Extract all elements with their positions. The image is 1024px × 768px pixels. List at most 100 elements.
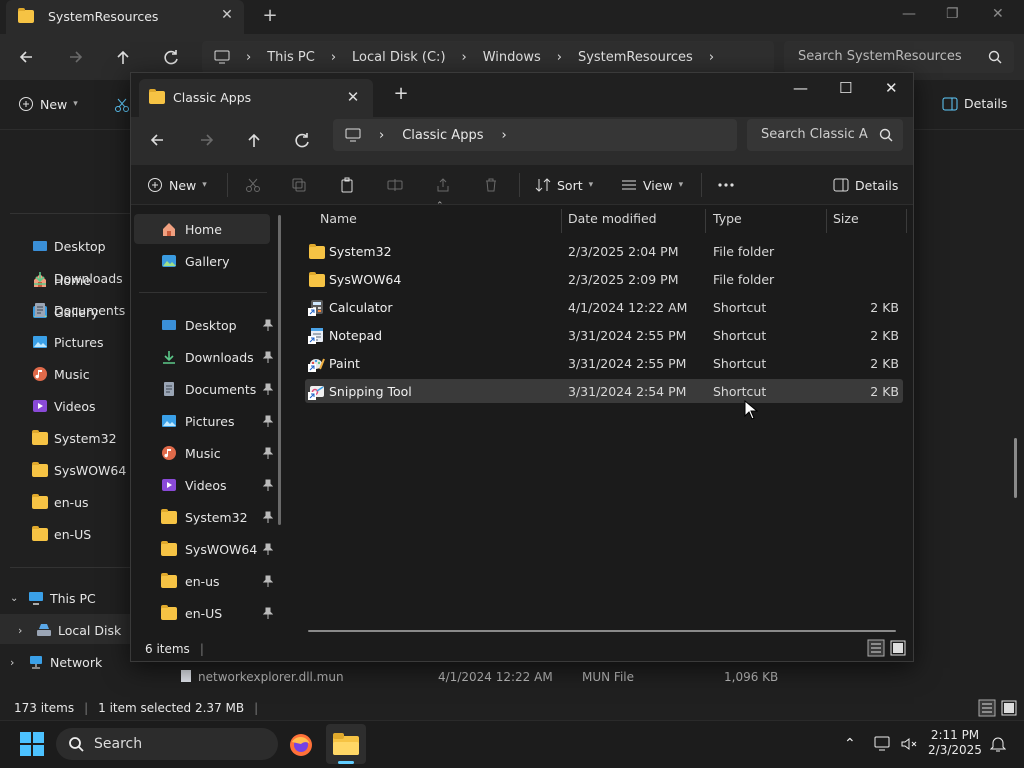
column-header-size[interactable]: Size (833, 211, 859, 226)
refresh-button[interactable] (158, 44, 184, 70)
start-button[interactable] (20, 732, 44, 756)
refresh-button[interactable] (289, 127, 315, 153)
breadcrumb-systemresources[interactable]: SystemResources (578, 50, 693, 65)
background-sidebar-pictures[interactable]: Pictures (32, 330, 104, 354)
copy-icon[interactable] (291, 177, 307, 193)
file-row-syswow64[interactable]: SysWOW64 2/3/2025 2:09 PM File folder (305, 267, 903, 291)
minimize-icon[interactable]: — (793, 79, 808, 97)
network-status-icon[interactable] (874, 736, 892, 752)
up-button[interactable] (241, 127, 267, 153)
classic-apps-tab[interactable]: Classic Apps ✕ (139, 79, 373, 117)
back-button[interactable] (145, 127, 171, 153)
forward-button[interactable] (62, 44, 88, 70)
paste-icon[interactable] (339, 177, 355, 193)
column-header-type[interactable]: Type (713, 211, 742, 226)
document-icon (164, 382, 174, 396)
windows-logo-icon (20, 732, 44, 756)
back-button[interactable] (14, 44, 40, 70)
sidebar-item-pictures[interactable]: Pictures (161, 407, 273, 435)
horizontal-scrollbar[interactable] (308, 630, 896, 632)
file-row-calculator[interactable]: Calculator 4/1/2024 12:22 AM Shortcut 2 KB (305, 295, 903, 319)
sidebar-item-videos[interactable]: Videos (161, 471, 273, 499)
close-tab-icon[interactable]: ✕ (218, 7, 236, 25)
delete-icon[interactable] (483, 177, 499, 193)
search-box[interactable]: Search Classic A (747, 119, 903, 151)
show-hidden-icons-chevron[interactable]: ⌃ (844, 736, 856, 752)
firefox-taskbar-icon[interactable] (288, 732, 314, 758)
close-tab-icon[interactable]: ✕ (343, 88, 363, 108)
background-sidebar-music[interactable]: Music (32, 362, 90, 386)
background-new-button[interactable]: New ▾ (18, 96, 78, 112)
file-row-system32[interactable]: System32 2/3/2025 2:04 PM File folder (305, 239, 903, 263)
title-bar: Classic Apps ✕ + — ☐ ✕ (131, 73, 913, 117)
sidebar-item-en-us[interactable]: en-us (161, 567, 273, 595)
share-icon[interactable] (435, 177, 451, 193)
background-sidebar-videos[interactable]: Videos (32, 394, 96, 418)
background-sidebar-network[interactable]: › Network (10, 650, 102, 674)
background-sidebar-downloads[interactable]: Downloads (32, 266, 123, 290)
close-window-icon[interactable]: ✕ (885, 79, 898, 97)
file-row-paint[interactable]: Paint 3/31/2024 2:55 PM Shortcut 2 KB (305, 351, 903, 375)
sidebar-item-syswow64[interactable]: SysWOW64 (161, 535, 273, 563)
pin-icon (263, 479, 273, 491)
new-button[interactable]: New ▾ (147, 173, 207, 197)
background-sidebar-desktop[interactable]: Desktop (32, 234, 106, 258)
background-sidebar-en-US[interactable]: en-US (32, 522, 91, 546)
up-button[interactable] (110, 44, 136, 70)
details-button[interactable]: Details (833, 173, 898, 197)
column-header-name[interactable]: Name (320, 211, 357, 226)
tiles-view-toggle[interactable] (889, 639, 907, 657)
breadcrumb-this-pc[interactable]: This PC (267, 50, 315, 65)
sidebar-item-music[interactable]: Music (161, 439, 273, 467)
close-window-icon[interactable]: ✕ (992, 6, 1004, 22)
notification-bell-icon[interactable] (990, 735, 1006, 753)
background-search-box[interactable]: Search SystemResources (784, 41, 1014, 73)
volume-muted-icon[interactable] (900, 736, 918, 752)
file-explorer-taskbar-button[interactable] (326, 724, 366, 764)
new-tab-button[interactable]: + (258, 5, 282, 29)
file-row-notepad[interactable]: Notepad 3/31/2024 2:55 PM Shortcut 2 KB (305, 323, 903, 347)
details-view-toggle[interactable] (978, 699, 996, 717)
view-button[interactable]: View ▾ (621, 173, 683, 197)
sidebar-item-system32[interactable]: System32 (161, 503, 273, 531)
more-options-button[interactable] (717, 173, 735, 197)
background-vertical-scrollbar[interactable] (1014, 438, 1017, 498)
background-sidebar-syswow64[interactable]: SysWOW64 (32, 458, 126, 482)
tiles-view-toggle[interactable] (1000, 699, 1018, 717)
background-file-row[interactable]: networkexplorer.dll.mun 4/1/2024 12:22 A… (160, 664, 960, 688)
background-sidebar-this-pc[interactable]: ⌄ This PC (10, 586, 96, 610)
cut-icon[interactable] (245, 177, 261, 193)
background-sidebar-documents[interactable]: Documents (32, 298, 125, 322)
sidebar-item-en-US[interactable]: en-US (161, 599, 273, 627)
background-sidebar-local-disk[interactable]: › Local Disk (C:) (18, 618, 122, 642)
background-details-button[interactable]: Details (942, 96, 1007, 111)
sort-button[interactable]: Sort ▾ (535, 173, 593, 197)
column-header-date[interactable]: Date modified (568, 211, 657, 226)
background-tab[interactable]: SystemResources ✕ (6, 0, 244, 34)
nav-bar: › Classic Apps › Search Classic A (131, 117, 913, 165)
forward-button[interactable] (193, 127, 219, 153)
breadcrumb-classic-apps[interactable]: Classic Apps (402, 128, 483, 143)
background-sidebar-en-us[interactable]: en-us (32, 490, 89, 514)
system-clock[interactable]: 2:11 PM 2/3/2025 (920, 728, 990, 758)
details-view-toggle[interactable] (867, 639, 885, 657)
file-row-snipping-tool[interactable]: Snipping Tool 3/31/2024 2:54 PM Shortcut 2 … (305, 379, 903, 403)
background-sidebar-system32[interactable]: System32 (32, 426, 117, 450)
maximize-icon[interactable]: ❐ (946, 6, 959, 22)
background-address-bar[interactable]: › This PC › Local Disk (C:) › Windows › … (202, 41, 774, 73)
sidebar-item-home[interactable]: Home (161, 215, 271, 243)
sidebar-item-desktop[interactable]: Desktop (161, 311, 273, 339)
address-bar[interactable]: › Classic Apps › (333, 119, 737, 151)
sidebar-item-downloads[interactable]: Downloads (161, 343, 273, 371)
file-type: Shortcut (713, 356, 767, 371)
breadcrumb-local-disk[interactable]: Local Disk (C:) (352, 50, 445, 65)
breadcrumb-windows[interactable]: Windows (483, 50, 541, 65)
new-tab-button[interactable]: + (389, 83, 413, 107)
taskbar-search-box[interactable]: Search (56, 728, 278, 760)
maximize-icon[interactable]: ☐ (839, 79, 852, 97)
sidebar-item-gallery[interactable]: Gallery (161, 247, 271, 275)
sidebar-item-documents[interactable]: Documents (161, 375, 273, 403)
sidebar-scrollbar[interactable] (278, 215, 281, 525)
minimize-icon[interactable]: — (902, 6, 916, 22)
rename-icon[interactable] (387, 177, 403, 193)
